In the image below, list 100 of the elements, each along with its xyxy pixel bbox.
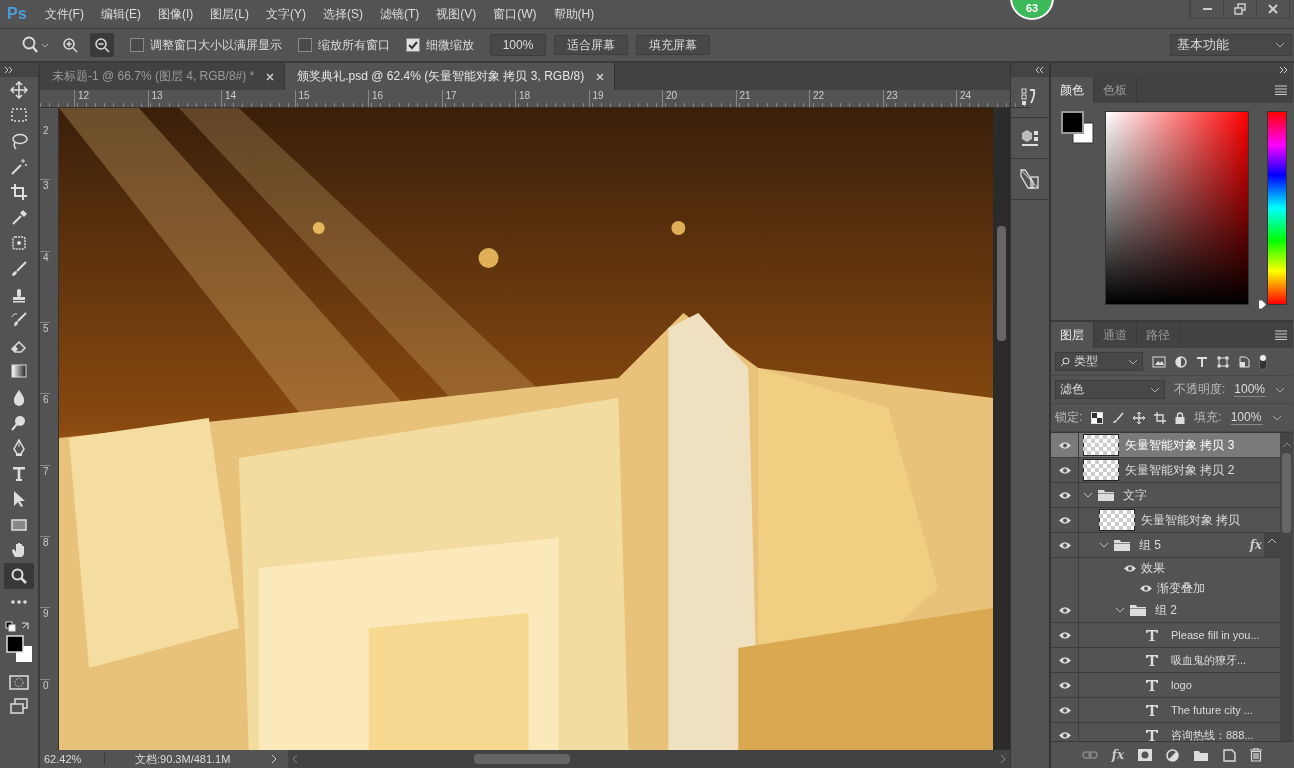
lock-pixels-icon[interactable] — [1091, 411, 1104, 424]
eye-icon[interactable] — [1057, 605, 1072, 615]
add-style-button[interactable]: fx — [1111, 748, 1125, 762]
smart-object-filter-icon[interactable] — [1238, 355, 1250, 368]
workspace-dropdown[interactable]: 基本功能 — [1170, 34, 1292, 56]
eye-icon[interactable] — [1057, 540, 1072, 550]
shape-filter-icon[interactable] — [1217, 355, 1229, 368]
layer-row[interactable]: Please fill in you... — [1051, 623, 1280, 648]
lock-icon[interactable] — [1175, 411, 1186, 424]
layer-row[interactable]: 矢量智能对象 拷贝 3 — [1051, 433, 1280, 458]
menu-icon[interactable] — [1275, 85, 1287, 95]
menu-item[interactable]: 帮助(H) — [553, 5, 595, 23]
fill-field[interactable]: 100% — [1230, 410, 1263, 425]
dropdown-icon[interactable] — [1271, 413, 1282, 422]
chevron-icon[interactable] — [1099, 541, 1109, 549]
scroll-left-icon[interactable] — [292, 754, 298, 764]
close-icon[interactable] — [266, 72, 275, 81]
eye-icon[interactable] — [1057, 680, 1072, 690]
menu-item[interactable]: 文字(Y) — [265, 5, 306, 23]
chevron-icon[interactable] — [1083, 491, 1093, 499]
trash-icon[interactable] — [1250, 748, 1263, 762]
color-field[interactable] — [1105, 111, 1249, 305]
menu-item[interactable]: 编辑(E) — [100, 5, 141, 23]
type-filter-icon[interactable] — [1196, 355, 1208, 368]
color-swatches-icon[interactable] — [1061, 111, 1097, 147]
layer-row[interactable]: 吸血鬼的獠牙... — [1051, 648, 1280, 673]
menu-item[interactable]: 视图(V) — [436, 5, 477, 23]
layer-row[interactable]: 组 2 — [1051, 598, 1280, 623]
eye-icon[interactable] — [1057, 630, 1072, 640]
panel-tab[interactable]: 路径 — [1137, 322, 1180, 348]
layer-row[interactable]: 组 5 fx — [1051, 533, 1280, 558]
layer-row[interactable]: 矢量智能对象 拷贝 — [1051, 508, 1280, 533]
zoom-tool-icon[interactable] — [20, 35, 50, 55]
panel-tab[interactable]: 色板 — [1094, 77, 1137, 103]
panel-tab[interactable]: 通道 — [1094, 322, 1137, 348]
scrollbar-thumb[interactable] — [474, 754, 570, 764]
eye-icon[interactable] — [1057, 655, 1072, 665]
checkbox[interactable] — [130, 38, 144, 52]
eye-icon[interactable] — [1057, 730, 1072, 740]
layer-row[interactable]: 文字 — [1051, 483, 1280, 508]
more-icon — [10, 599, 28, 604]
dropdown-icon[interactable] — [1275, 385, 1286, 394]
effects-label[interactable]: fx — [1249, 538, 1262, 552]
fit-button[interactable]: 适合屏幕 — [554, 35, 628, 55]
slider-thumb[interactable] — [1258, 300, 1267, 309]
eye-icon[interactable] — [1057, 705, 1072, 715]
expand-icon[interactable] — [1279, 66, 1289, 74]
quick-mask-icon[interactable] — [9, 674, 29, 691]
eye-icon[interactable] — [1057, 515, 1072, 525]
zoom-tool[interactable] — [4, 563, 34, 589]
panel-tab[interactable]: 颜色 — [1051, 77, 1094, 103]
scrollbar-thumb[interactable] — [997, 226, 1006, 341]
eye-icon[interactable] — [1057, 465, 1072, 475]
panel-tab[interactable]: 图层 — [1051, 322, 1094, 348]
adjustment-icon[interactable] — [1166, 748, 1180, 762]
adjustment-filter-icon[interactable] — [1175, 355, 1187, 368]
move-icon — [10, 80, 28, 99]
image-filter-icon[interactable] — [1152, 355, 1166, 368]
eye-icon[interactable] — [1057, 440, 1072, 450]
blend-mode-dropdown[interactable]: 滤色 — [1055, 380, 1165, 399]
scrollbar-thumb[interactable] — [1282, 453, 1291, 533]
layer-row[interactable]: logo — [1051, 673, 1280, 698]
layer-row[interactable]: The future city ... — [1051, 698, 1280, 723]
close-icon[interactable] — [596, 72, 605, 81]
collapse-icon[interactable] — [1035, 66, 1045, 74]
minimize-icon — [1202, 8, 1212, 10]
zoom-value-field[interactable]: 100% — [490, 34, 546, 56]
checkbox[interactable] — [298, 38, 312, 52]
layer-row[interactable]: 矢量智能对象 拷贝 2 — [1051, 458, 1280, 483]
ruler-label: 20 — [662, 90, 736, 107]
zoom-out-button[interactable] — [90, 33, 114, 57]
menu-icon[interactable] — [1275, 330, 1287, 340]
expand-icon[interactable] — [4, 66, 14, 74]
folder-icon[interactable] — [1193, 748, 1210, 762]
menu-item[interactable]: 文件(F) — [44, 5, 84, 23]
filter-toggle-icon[interactable] — [1259, 353, 1267, 370]
checkbox[interactable] — [406, 38, 420, 52]
menu-item[interactable]: 选择(S) — [322, 5, 363, 23]
mask-icon[interactable] — [1138, 749, 1153, 761]
chevron-right-icon[interactable] — [270, 754, 278, 764]
new-layer-icon[interactable] — [1223, 748, 1237, 762]
fit-button[interactable]: 填充屏幕 — [636, 35, 710, 55]
menu-item[interactable]: 图像(I) — [157, 5, 194, 23]
eye-icon[interactable] — [1123, 563, 1137, 573]
scroll-right-icon[interactable] — [1000, 754, 1006, 764]
chevron-icon[interactable] — [1115, 606, 1125, 614]
menu-item[interactable]: 滤镜(T) — [379, 5, 420, 23]
document-tab[interactable]: 颁奖典礼.psd @ 62.4% (矢量智能对象 拷贝 3, RGB/8) — [285, 63, 616, 90]
scroll-up-icon[interactable] — [1281, 441, 1292, 449]
opacity-field[interactable]: 100% — [1234, 382, 1267, 397]
menu-item[interactable]: 窗口(W) — [493, 5, 537, 23]
move-icon[interactable] — [1133, 411, 1146, 424]
artboard-icon[interactable] — [1154, 411, 1167, 424]
ruler-label: 12 — [74, 90, 148, 107]
eye-icon[interactable] — [1139, 583, 1153, 593]
brush-icon[interactable] — [1112, 411, 1125, 424]
eye-icon[interactable] — [1057, 490, 1072, 500]
filter-dropdown[interactable]: 类型 — [1055, 352, 1143, 371]
menu-item[interactable]: 图层(L) — [210, 5, 249, 23]
screen-mode-icon[interactable] — [9, 698, 29, 715]
